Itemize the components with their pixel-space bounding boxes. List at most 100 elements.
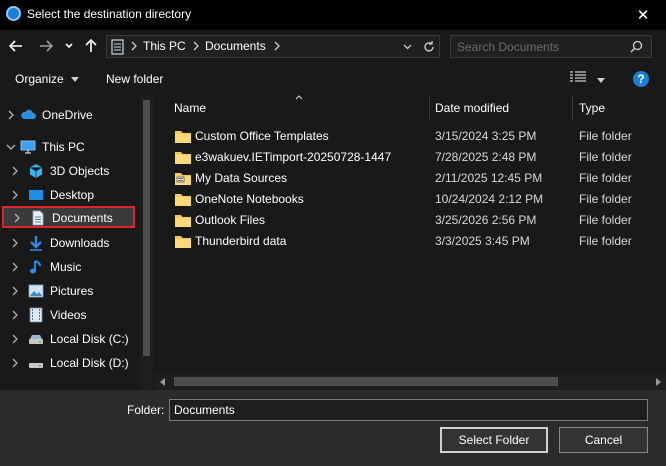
search-box[interactable] [450,35,652,58]
column-header-type[interactable]: Type [573,96,666,120]
chevron-down-icon[interactable] [6,141,16,153]
sidebar-item-pictures[interactable]: Pictures [0,280,138,302]
back-button[interactable] [6,37,26,55]
column-header-label: Type [579,101,606,115]
breadcrumb-documents[interactable]: Documents [205,39,266,53]
search-input[interactable] [457,39,627,55]
folder-field-label: Folder: [127,403,165,417]
folder-icon [175,131,191,143]
address-dropdown-icon[interactable] [403,44,412,50]
sidebar-item-label: This PC [42,140,85,154]
file-row[interactable]: Custom Office Templates 3/15/2024 3:25 P… [155,126,666,147]
file-row[interactable]: Outlook Files 3/25/2026 2:56 PM File fol… [155,210,666,231]
desktop-icon [29,190,43,200]
sidebar-item-local-disk-d[interactable]: Local Disk (D:) [0,352,138,374]
file-name: OneNote Notebooks [195,192,304,206]
file-list: Name Date modified Type Custom Office Te… [155,95,666,390]
navigation-pane: OneDrive This PC 3D Objects Desktop Docu… [0,96,153,390]
sidebar-item-label: OneDrive [42,108,93,122]
sidebar-item-documents[interactable]: Documents [2,206,135,228]
folder-icon [175,194,191,206]
select-folder-button[interactable]: Select Folder [440,427,548,453]
picture-icon [28,284,44,298]
chevron-right-icon[interactable] [6,109,16,121]
scroll-left-icon[interactable] [160,378,165,386]
up-button[interactable] [82,37,100,55]
new-folder-button[interactable]: New folder [106,72,163,86]
file-date-modified: 7/28/2025 2:48 PM [435,150,537,164]
sidebar-item-label: Videos [50,308,87,322]
view-options-button[interactable] [570,71,606,86]
file-date-modified: 2/11/2025 12:45 PM [435,171,543,185]
recent-locations-button[interactable] [62,37,76,55]
chevron-right-icon[interactable] [10,309,20,321]
details-view-icon [570,71,586,82]
cancel-button[interactable]: Cancel [559,427,648,453]
this-pc-icon [111,39,124,55]
chevron-right-icon[interactable] [10,189,20,201]
sidebar-item-this-pc[interactable]: This PC [0,136,138,158]
cloud-icon [21,109,36,119]
sort-ascending-icon [295,95,303,100]
chevron-right-icon[interactable] [10,165,20,177]
sidebar-item-downloads[interactable]: Downloads [0,232,138,254]
sidebar-item-desktop[interactable]: Desktop [0,184,138,206]
chevron-right-icon[interactable] [10,357,20,369]
sidebar-scrollbar-thumb[interactable] [143,100,150,356]
sidebar-item-local-disk-c[interactable]: Local Disk (C:) [0,328,138,350]
file-row[interactable]: OneNote Notebooks 10/24/2024 2:12 PM Fil… [155,189,666,210]
file-row[interactable]: Thunderbird data 3/3/2025 3:45 PM File f… [155,231,666,252]
cube-icon [29,164,43,178]
forward-arrow-icon [40,40,53,52]
chevron-down-icon [65,43,73,49]
file-date-modified: 10/24/2024 2:12 PM [435,192,544,206]
sidebar-item-music[interactable]: Music [0,256,138,278]
sidebar-item-3d-objects[interactable]: 3D Objects [0,160,138,182]
folder-icon [175,152,191,164]
command-toolbar: Organize New folder ? [0,62,666,96]
horizontal-scrollbar-thumb[interactable] [174,377,558,386]
horizontal-scrollbar[interactable] [155,373,666,390]
music-note-icon [30,260,41,274]
file-name: Custom Office Templates [195,129,329,143]
sidebar-item-label: Local Disk (D:) [50,356,129,370]
sidebar-scrollbar[interactable] [140,96,153,390]
sidebar-item-label: Downloads [50,236,110,250]
app-icon [6,6,21,21]
chevron-right-icon[interactable] [10,261,20,273]
breadcrumb-this-pc[interactable]: This PC [143,39,186,53]
file-row[interactable]: e3wakuev.IETimport-20250728-1447 7/28/20… [155,147,666,168]
organize-menu-button[interactable]: Organize [15,72,80,86]
computer-icon [20,140,36,154]
document-icon [32,210,44,226]
forward-button[interactable] [36,37,56,55]
sidebar-item-onedrive[interactable]: OneDrive [0,104,138,126]
help-button[interactable]: ? [633,71,649,87]
close-button[interactable]: ✕ [620,0,666,30]
sidebar-item-label: Local Disk (C:) [50,332,129,346]
file-type: File folder [579,213,632,227]
chevron-right-icon[interactable] [10,237,20,249]
chevron-right-icon[interactable] [10,333,20,345]
search-icon[interactable] [630,40,643,53]
column-header-name[interactable]: Name [155,95,429,120]
file-date-modified: 3/15/2024 3:25 PM [435,129,537,143]
folder-name-field[interactable] [169,399,648,421]
column-header-date-modified[interactable]: Date modified [430,96,572,120]
drive-icon [29,363,43,368]
file-row[interactable]: My Data Sources 2/11/2025 12:45 PM File … [155,168,666,189]
refresh-icon[interactable] [423,40,435,53]
scroll-right-icon[interactable] [656,378,661,386]
chevron-right-icon[interactable] [10,285,20,297]
data-sources-folder-icon [175,173,191,185]
back-arrow-icon [9,40,22,52]
close-icon: ✕ [636,7,650,24]
column-header-label: Date modified [435,101,510,115]
chevron-right-icon[interactable] [12,212,22,224]
address-bar[interactable]: This PC Documents [106,35,440,58]
sidebar-item-videos[interactable]: Videos [0,304,138,326]
download-arrow-icon [30,236,42,251]
sidebar-item-label: Desktop [50,188,95,202]
chevron-right-icon [131,41,137,51]
organize-label: Organize [15,72,64,86]
